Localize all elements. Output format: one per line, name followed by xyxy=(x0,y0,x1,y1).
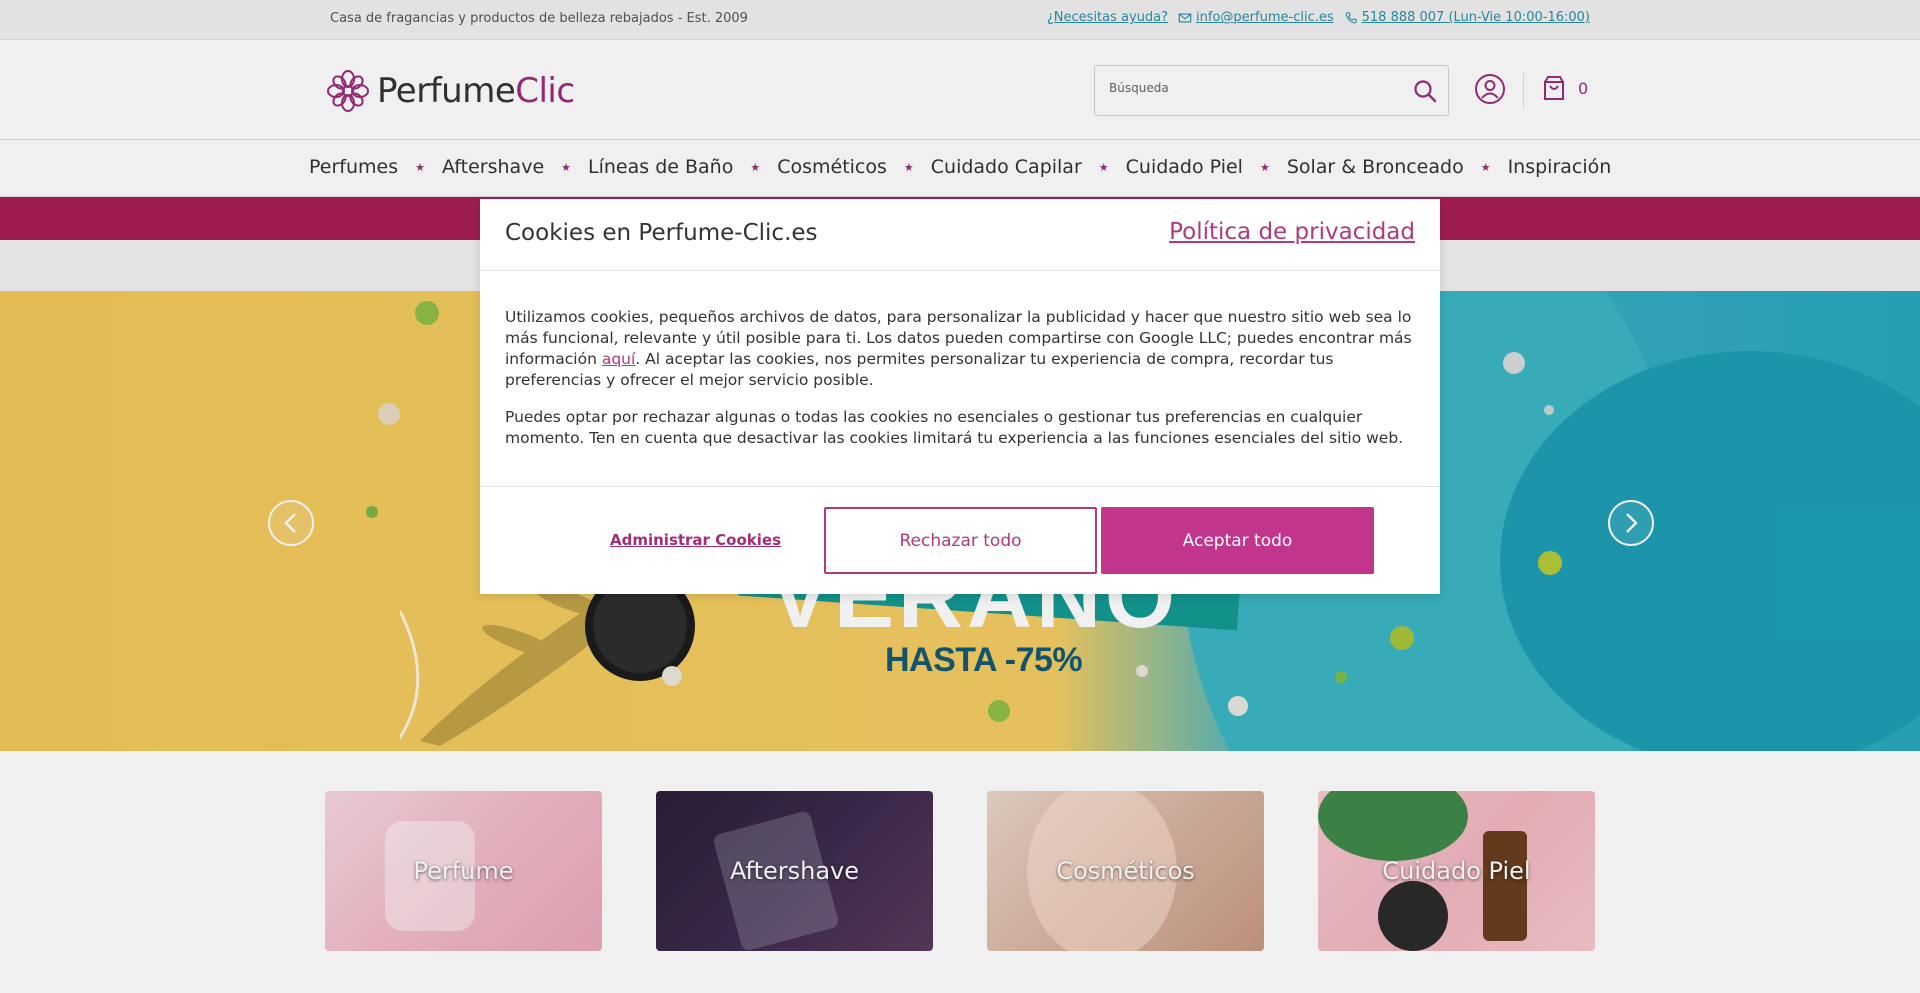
accept-all-button[interactable]: Aceptar todo xyxy=(1101,507,1374,574)
cookie-paragraph-1: Utilizamos cookies, pequeños archivos de… xyxy=(505,307,1415,391)
manage-cookies-link[interactable]: Administrar Cookies xyxy=(610,531,781,549)
reject-all-button[interactable]: Rechazar todo xyxy=(824,507,1097,574)
privacy-policy-link[interactable]: Política de privacidad xyxy=(1169,219,1415,245)
cookie-consent-dialog: Cookies en Perfume-Clic.es Política de p… xyxy=(480,199,1440,594)
dialog-title: Cookies en Perfume-Clic.es xyxy=(505,220,818,246)
cookie-paragraph-2: Puedes optar por rechazar algunas o toda… xyxy=(505,408,1404,447)
dialog-header: Cookies en Perfume-Clic.es Política de p… xyxy=(480,199,1440,271)
dialog-footer: Administrar Cookies Rechazar todo Acepta… xyxy=(480,486,1440,594)
more-info-link[interactable]: aquí xyxy=(602,350,635,368)
dialog-body: Utilizamos cookies, pequeños archivos de… xyxy=(505,307,1415,465)
